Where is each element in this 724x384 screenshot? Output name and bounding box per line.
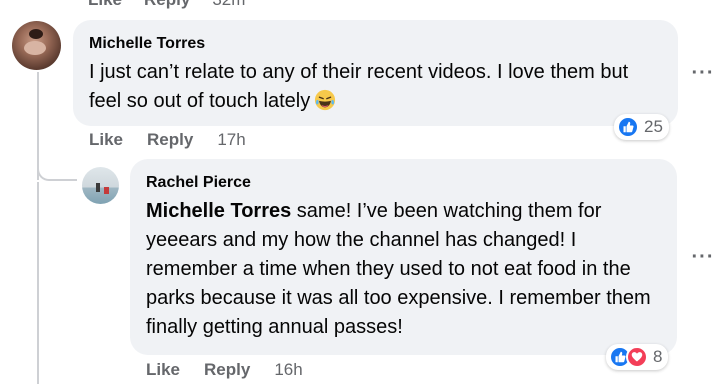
comment-author[interactable]: Michelle Torres: [89, 34, 662, 54]
reaction-count: 8: [653, 347, 663, 366]
reactions-summary[interactable]: 25: [614, 114, 669, 140]
like-button[interactable]: Like: [88, 0, 122, 10]
more-options-button[interactable]: ···: [692, 246, 714, 268]
mention-link[interactable]: Michelle Torres: [146, 200, 291, 222]
reply-button[interactable]: Reply: [204, 360, 250, 380]
timestamp[interactable]: 16h: [274, 360, 302, 380]
comment-actions: Like Reply 16h: [146, 360, 303, 380]
more-options-button[interactable]: ···: [692, 62, 714, 84]
reply-button[interactable]: Reply: [144, 0, 190, 10]
timestamp[interactable]: 17h: [217, 130, 245, 150]
comment-text: Michelle Torres same! I’ve been watching…: [146, 197, 658, 342]
comment-author[interactable]: Rachel Pierce: [146, 173, 661, 193]
reply-button[interactable]: Reply: [147, 130, 193, 150]
thread-line: [37, 182, 39, 384]
reactions-summary[interactable]: 8: [606, 344, 669, 370]
love-reaction-icon: [626, 346, 648, 368]
like-button[interactable]: Like: [146, 360, 180, 380]
reply-connector: [37, 155, 77, 181]
like-button[interactable]: Like: [89, 130, 123, 150]
previous-comment-actions: Like Reply 32m: [88, 0, 245, 10]
comment-text: I just can’t relate to any of their rece…: [89, 58, 664, 116]
like-reaction-icon: [617, 116, 639, 138]
avatar[interactable]: [12, 21, 61, 70]
reaction-count: 25: [644, 117, 663, 136]
comment-bubble: Rachel Pierce Michelle Torres same! I’ve…: [130, 159, 677, 355]
comment-actions: Like Reply 17h: [89, 130, 246, 150]
comment-bubble: Michelle Torres I just can’t relate to a…: [73, 20, 678, 126]
timestamp[interactable]: 32m: [212, 0, 245, 10]
laughing-tears-emoji-icon: [315, 89, 336, 111]
avatar[interactable]: [82, 167, 119, 204]
comment-body: I just can’t relate to any of their rece…: [89, 61, 629, 112]
